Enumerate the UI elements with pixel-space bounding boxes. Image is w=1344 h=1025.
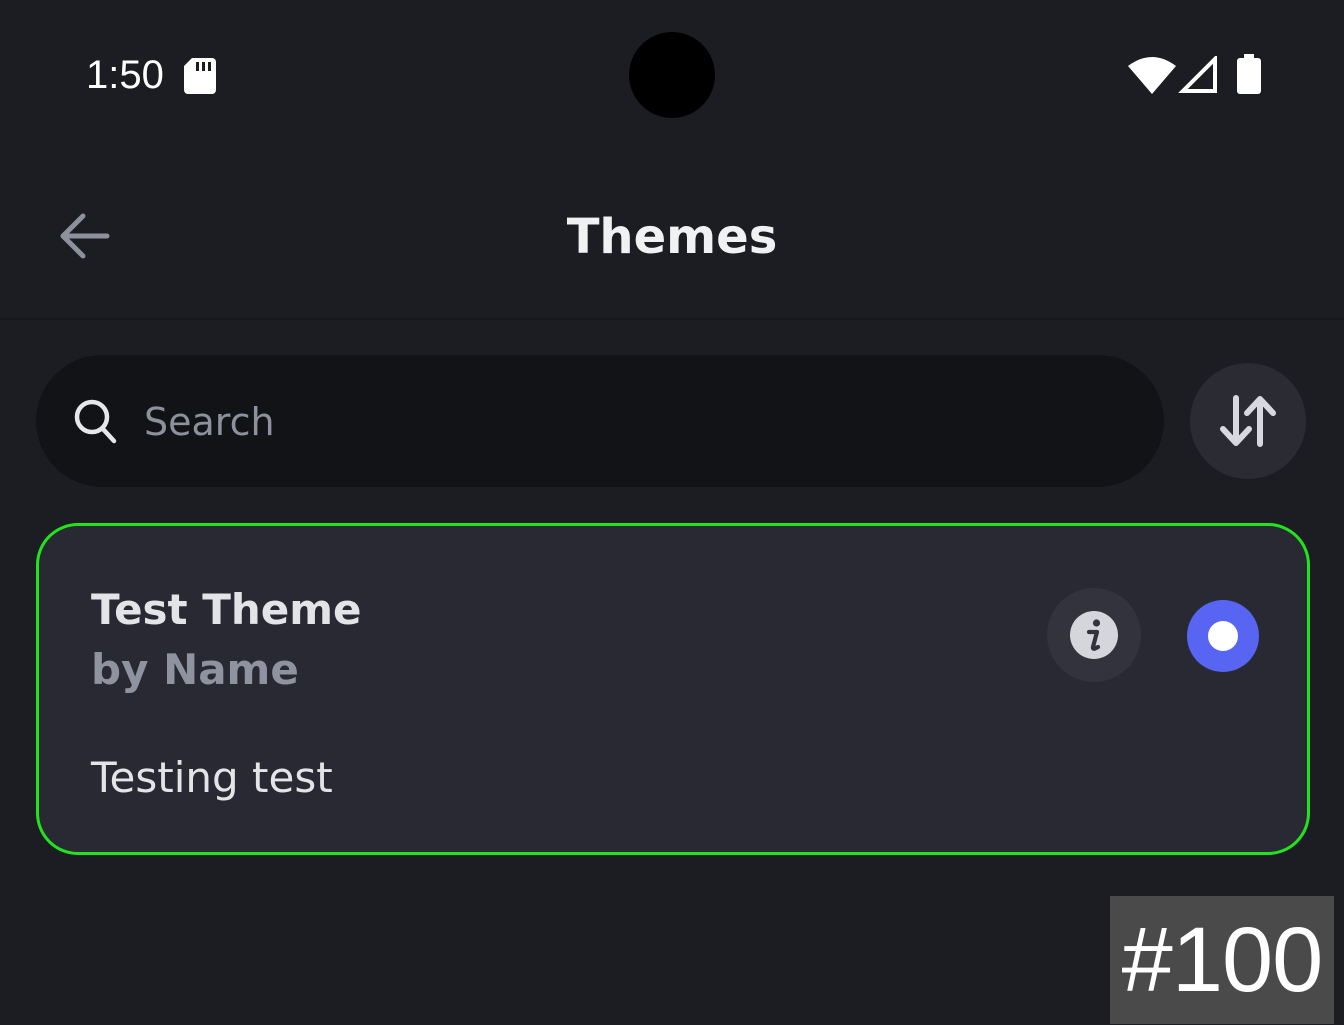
camera-cutout [629, 32, 715, 118]
app-header: Themes [0, 150, 1344, 320]
theme-author: by Name [91, 645, 299, 694]
theme-select-radio[interactable] [1187, 600, 1259, 672]
status-time: 1:50 [86, 53, 164, 97]
theme-info-button[interactable] [1047, 588, 1141, 682]
wifi-icon [1128, 56, 1176, 98]
status-bar: 1:50 [0, 0, 1344, 150]
theme-description: Testing test [91, 753, 333, 802]
battery-icon [1236, 54, 1262, 98]
sort-button[interactable] [1190, 363, 1306, 479]
page-title: Themes [566, 209, 778, 265]
search-input[interactable] [144, 390, 1104, 454]
cell-signal-icon [1178, 54, 1218, 98]
frame-number-badge: #100 [1110, 896, 1334, 1024]
theme-card[interactable]: Test Theme by Name Testing test [36, 523, 1310, 855]
themes-screen: 1:50 Themes Search Test Theme by Name Te… [0, 0, 1344, 1025]
sort-arrows-icon [1220, 395, 1276, 447]
search-icon [74, 399, 118, 449]
theme-name: Test Theme [91, 585, 362, 634]
info-icon [1070, 611, 1118, 659]
radio-selected-dot [1208, 621, 1238, 651]
sd-card-icon [184, 58, 216, 98]
